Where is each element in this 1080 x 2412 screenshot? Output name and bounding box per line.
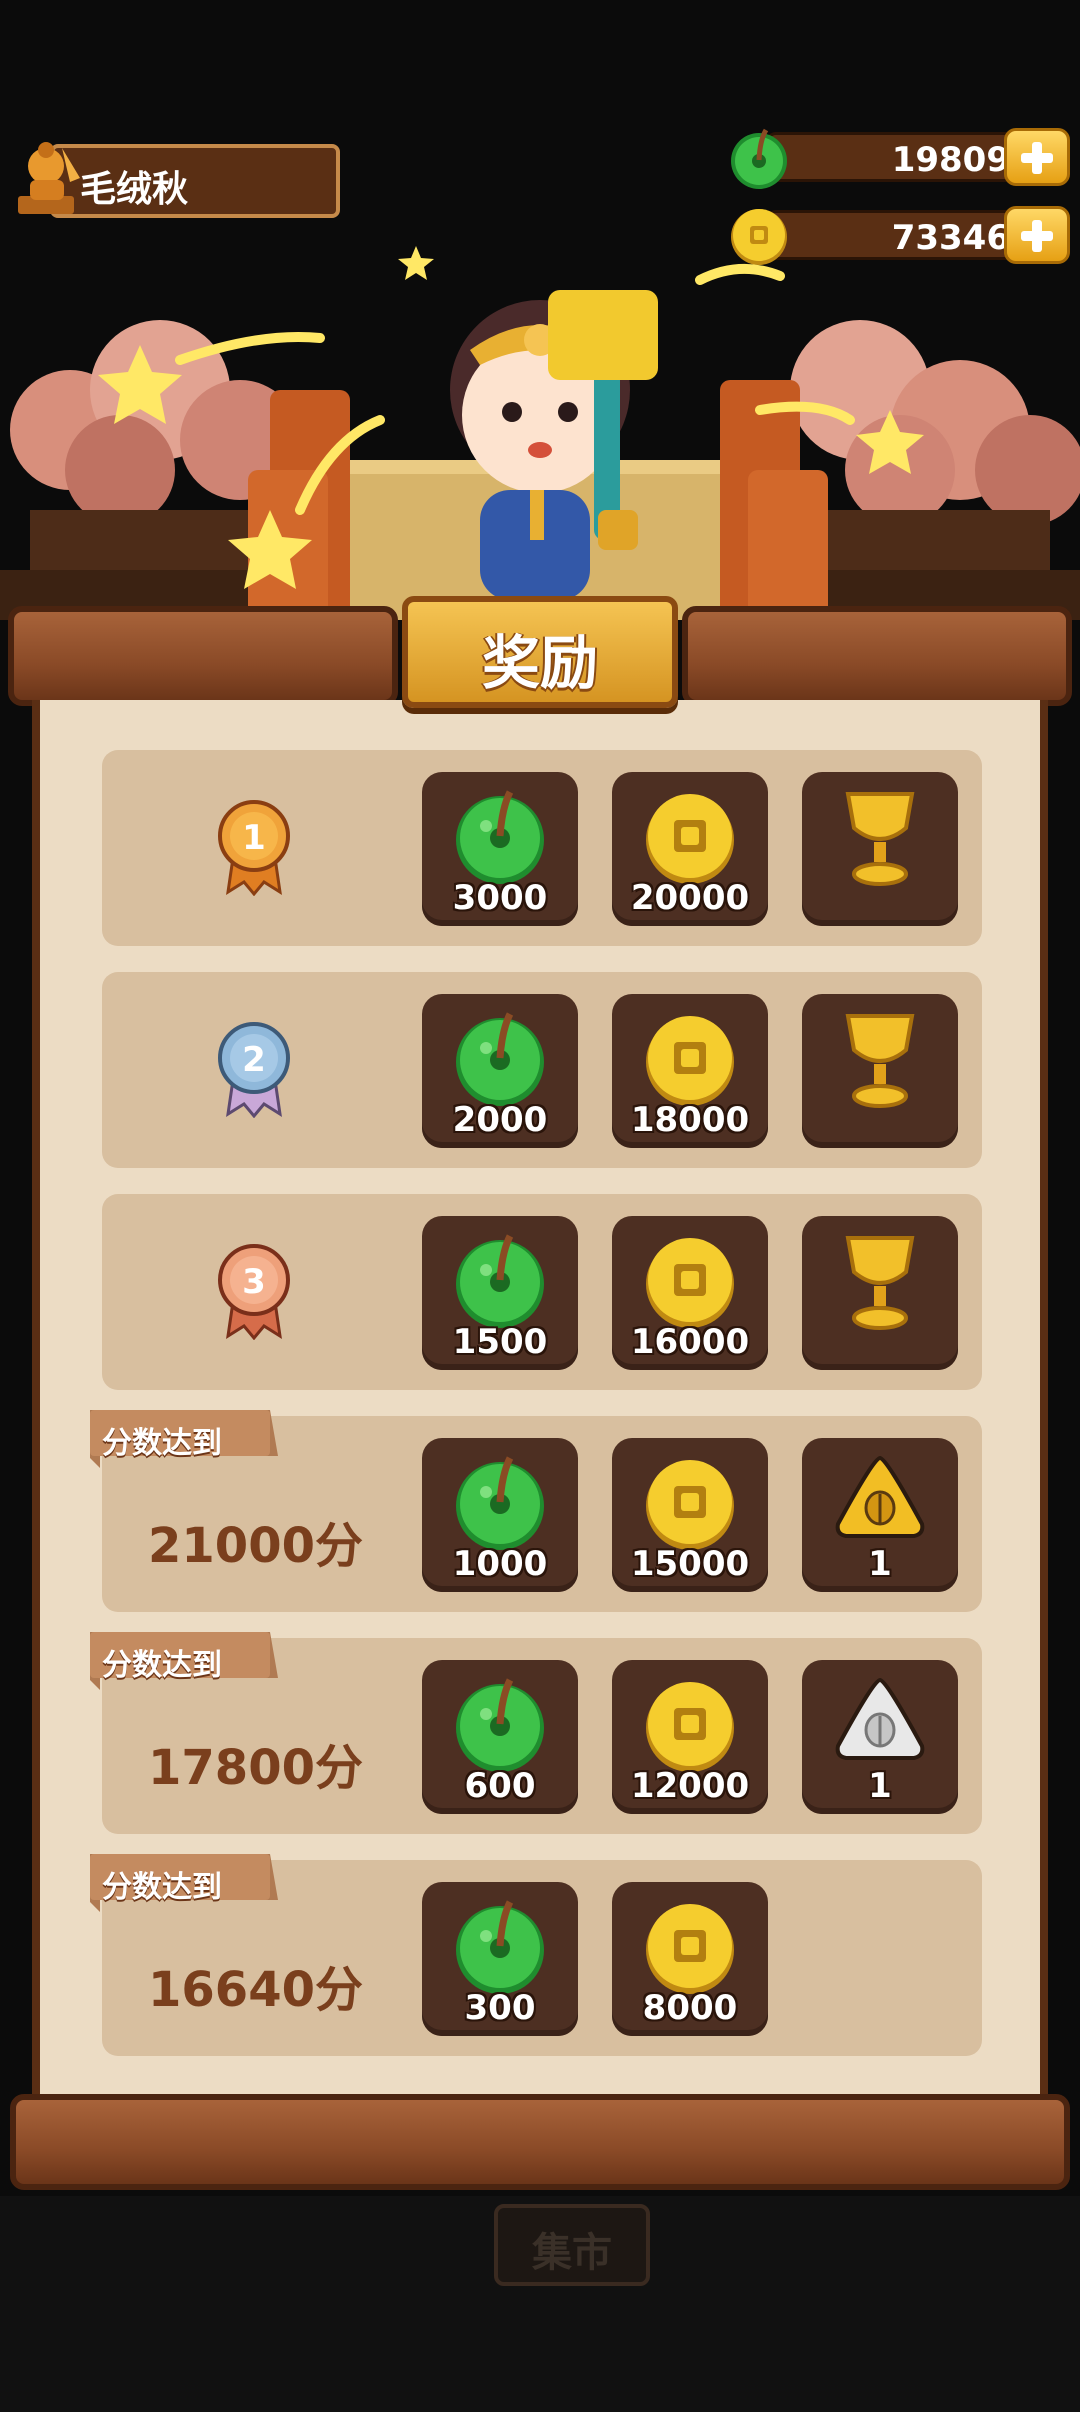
reward-slot-badge[interactable]: 1 [802,1660,958,1814]
reward-slot-coin[interactable]: 18000 [612,994,768,1148]
score-condition-label: 分数达到 [102,1870,222,1905]
rank-2-medal-icon: 2 [218,1022,290,1118]
score-condition-tag: 分数达到 [90,1632,278,1690]
rank-number: 2 [242,1040,266,1080]
reward-slot-coin[interactable]: 20000 [612,772,768,926]
reward-row-score-16640: 分数达到 16640分 300 8000 [90,1854,982,2056]
gold-coin-icon [646,1682,734,1772]
gold-coin-icon [646,1016,734,1106]
reward-quantity: 1 [868,1544,892,1584]
reward-row-rank-2: 2 2000 18000 [102,972,982,1168]
green-jade-coin-icon [731,128,787,189]
reward-slot-trophy[interactable] [802,1216,958,1370]
gold-coin-icon [646,1238,734,1328]
jade-resource-counter: 19809 [726,126,1070,189]
reward-row-rank-1: 1 3000 20000 [102,750,982,946]
reward-row-score-21000: 分数达到 21000分 1000 15000 1 [90,1410,982,1612]
reward-slot-jade[interactable]: 1500 [422,1216,578,1370]
header-wood-right [682,606,1072,706]
golden-trophy-icon [845,1236,915,1330]
green-jade-coin-icon [456,1234,544,1328]
golden-trophy-icon [845,792,915,886]
reward-quantity: 1500 [452,1322,548,1362]
reward-quantity: 1 [868,1766,892,1806]
score-condition-label: 分数达到 [102,1648,222,1683]
reward-quantity: 600 [464,1766,536,1806]
market-sign: 集市 [494,2204,650,2286]
panel-bottom-wood-bar [10,2094,1070,2190]
reward-quantity: 20000 [630,878,750,918]
rank-number: 3 [242,1262,266,1302]
cherry-blossom-tree-right-icon [790,320,1080,525]
celebration-scene [0,246,1080,620]
reward-slot-jade[interactable]: 1000 [422,1438,578,1592]
rewards-title-plate: 奖励 [402,596,678,708]
reward-row-rank-3: 3 1500 16000 [102,1194,982,1390]
rank-number: 1 [242,818,266,858]
rank-3-medal-icon: 3 [218,1244,290,1340]
rewards-title: 奖励 [481,629,598,697]
gold-coin-icon [646,1904,734,1994]
score-condition-label: 分数达到 [102,1426,222,1461]
player-name-tag[interactable]: 毛绒秋 [10,138,340,220]
reward-slot-trophy[interactable] [802,994,958,1148]
reward-quantity: 15000 [630,1544,750,1584]
reward-slot-jade[interactable]: 300 [422,1882,578,2036]
rewards-panel: 1 3000 20000 2 2000 18000 3 1500 16000 分… [32,700,1048,2104]
reward-quantity: 2000 [452,1100,548,1140]
reward-quantity: 18000 [630,1100,750,1140]
reward-slot-trophy[interactable] [802,772,958,926]
green-jade-coin-icon [456,1900,544,1994]
jade-amount: 19809 [891,140,1010,180]
green-jade-coin-icon [456,1678,544,1772]
reward-quantity: 300 [464,1988,536,2028]
header-wood-left [8,606,398,706]
green-jade-coin-icon [456,1456,544,1550]
score-threshold: 17800分 [148,1740,363,1796]
add-jade-button[interactable] [1004,128,1070,186]
gold-coin-icon [646,1460,734,1550]
player-statue-avatar-icon [18,142,80,214]
score-condition-tag: 分数达到 [90,1854,278,1912]
reward-row-score-17800: 分数达到 17800分 600 12000 1 [90,1632,982,1834]
reward-quantity: 8000 [642,1988,738,2028]
player-name: 毛绒秋 [80,169,189,210]
reward-slot-jade[interactable]: 2000 [422,994,578,1148]
reward-slot-coin[interactable]: 8000 [612,1882,768,2036]
reward-slot-coin[interactable]: 16000 [612,1216,768,1370]
green-jade-coin-icon [456,790,544,884]
score-threshold: 16640分 [148,1962,363,2018]
reward-quantity: 16000 [630,1322,750,1362]
reward-slot-jade[interactable]: 600 [422,1660,578,1814]
reward-slot-coin[interactable]: 12000 [612,1660,768,1814]
rank-1-medal-icon: 1 [218,800,290,896]
reward-slot-jade[interactable]: 3000 [422,772,578,926]
reward-slot-badge[interactable]: 1 [802,1438,958,1592]
golden-trophy-icon [845,1014,915,1108]
silver-beetle-badge-icon [835,1677,925,1760]
score-threshold: 21000分 [148,1518,363,1574]
reward-slot-coin[interactable]: 15000 [612,1438,768,1592]
reward-quantity: 3000 [452,878,548,918]
green-jade-coin-icon [456,1012,544,1106]
gold-beetle-badge-icon [835,1455,925,1538]
score-condition-tag: 分数达到 [90,1410,278,1468]
reward-quantity: 1000 [452,1544,548,1584]
market-sign-label: 集市 [532,2230,612,2276]
gold-coin-icon [646,794,734,884]
reward-quantity: 12000 [630,1766,750,1806]
